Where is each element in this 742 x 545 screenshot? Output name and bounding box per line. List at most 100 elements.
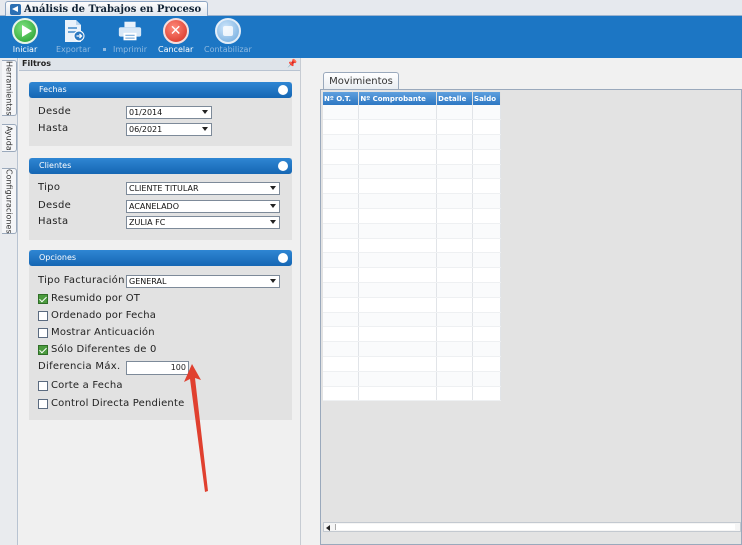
table-row[interactable]	[323, 252, 501, 269]
side-tab-bar: Herramientas Ayuda Configuraciones	[0, 58, 18, 545]
scroll-thumb[interactable]	[335, 524, 735, 530]
side-tab-configuraciones[interactable]: Configuraciones	[2, 168, 17, 234]
filtros-panel: Filtros 📌 Fechas Desde 01/2014 Hasta 06/…	[19, 58, 301, 545]
tipo-facturacion-row: Tipo Facturación GENERAL	[29, 275, 292, 289]
control-checkbox[interactable]: Control Directa Pendiente	[38, 397, 184, 410]
window-tab-strip: Análisis de Trabajos en Proceso	[0, 0, 742, 16]
table-row[interactable]	[323, 193, 501, 210]
printer-icon	[117, 18, 143, 44]
resumido-checkbox[interactable]: Resumido por OT	[38, 292, 140, 305]
back-arrow-icon[interactable]	[10, 3, 21, 15]
side-tab-herramientas[interactable]: Herramientas	[2, 60, 17, 116]
clientes-desde-select[interactable]: ACANELADO	[126, 200, 280, 213]
cancelar-label: Cancelar	[158, 45, 194, 54]
checkbox-icon[interactable]	[38, 327, 48, 338]
tab-movimientos[interactable]: Movimientos	[323, 72, 399, 90]
toolbar-separator	[103, 48, 106, 51]
fechas-desde-row: Desde 01/2014	[29, 106, 292, 120]
dropdown-arrow-icon	[270, 204, 276, 208]
clientes-tipo-select[interactable]: CLIENTE TITULAR	[126, 182, 280, 195]
hasta-label: Hasta	[38, 216, 69, 227]
anticuacion-label: Mostrar Anticuación	[51, 327, 155, 338]
fechas-hasta-value: 06/2021	[129, 125, 163, 134]
table-row[interactable]	[323, 134, 501, 150]
diferencia-label: Diferencia Máx.	[38, 361, 121, 372]
opciones-header-label: Opciones	[39, 253, 77, 262]
resumido-label: Resumido por OT	[51, 293, 141, 304]
desde-label: Desde	[38, 200, 72, 211]
clientes-header-label: Clientes	[39, 161, 72, 170]
movimientos-body: Nº O.T. Nº Comprobante Detalle Saldo	[320, 89, 742, 545]
table-row[interactable]	[323, 164, 501, 180]
table-row[interactable]	[323, 119, 501, 136]
table-row[interactable]	[323, 282, 501, 298]
diferencia-input[interactable]: 100	[126, 361, 189, 375]
tipo-facturacion-label: Tipo Facturación	[38, 275, 125, 286]
table-row[interactable]	[323, 326, 501, 343]
table-row[interactable]	[323, 341, 501, 358]
collapse-icon[interactable]	[278, 161, 288, 171]
table-row[interactable]	[323, 178, 501, 195]
dropdown-arrow-icon	[202, 110, 208, 114]
scroll-left-arrow-icon[interactable]	[326, 525, 330, 531]
checkbox-icon[interactable]	[38, 380, 48, 391]
anticuacion-checkbox[interactable]: Mostrar Anticuación	[38, 326, 155, 339]
corte-checkbox[interactable]: Corte a Fecha	[38, 379, 123, 392]
table-row[interactable]	[323, 297, 501, 313]
desde-label: Desde	[38, 106, 72, 117]
window-tab[interactable]: Análisis de Trabajos en Proceso	[5, 1, 209, 16]
table-row[interactable]	[323, 267, 501, 284]
opciones-header[interactable]: Opciones	[29, 250, 292, 266]
table-row[interactable]	[323, 386, 501, 402]
table-row[interactable]	[323, 356, 501, 372]
column-header-comprobante[interactable]: Nº Comprobante	[358, 92, 438, 105]
tipo-facturacion-select[interactable]: GENERAL	[126, 275, 280, 288]
clientes-hasta-row: Hasta ZULIA FC	[29, 216, 292, 230]
solo-diferentes-checkbox[interactable]: Sólo Diferentes de 0	[38, 343, 157, 356]
fechas-hasta-row: Hasta 06/2021	[29, 123, 292, 137]
clientes-group: Clientes Tipo CLIENTE TITULAR Desde ACAN…	[29, 158, 292, 240]
checkbox-checked-icon[interactable]	[38, 344, 48, 355]
fechas-header[interactable]: Fechas	[29, 82, 292, 98]
filtros-title-bar: Filtros 📌	[19, 58, 300, 71]
column-header-saldo[interactable]: Saldo	[472, 92, 501, 105]
pin-icon[interactable]: 📌	[287, 58, 297, 70]
iniciar-button[interactable]: Iniciar	[12, 18, 38, 54]
clientes-header[interactable]: Clientes	[29, 158, 292, 174]
contabilizar-label: Contabilizar	[204, 45, 252, 54]
fechas-hasta-select[interactable]: 06/2021	[126, 123, 212, 136]
column-header-ot[interactable]: Nº O.T.	[323, 92, 360, 105]
dropdown-arrow-icon	[270, 186, 276, 190]
ordenado-checkbox[interactable]: Ordenado por Fecha	[38, 309, 156, 322]
checkbox-icon[interactable]	[38, 398, 48, 409]
collapse-icon[interactable]	[278, 253, 288, 263]
cancelar-button[interactable]: ✕ Cancelar	[158, 18, 193, 54]
fechas-header-label: Fechas	[39, 85, 67, 94]
imprimir-button[interactable]: Imprimir	[113, 18, 147, 54]
checkbox-checked-icon[interactable]	[38, 293, 48, 304]
play-icon	[12, 18, 38, 44]
table-row[interactable]	[323, 223, 501, 239]
movimientos-panel: Movimientos Nº O.T. Nº Comprobante Detal…	[320, 70, 742, 545]
table-row[interactable]	[323, 208, 501, 224]
table-row[interactable]	[323, 238, 501, 254]
imprimir-label: Imprimir	[113, 45, 148, 54]
side-tab-ayuda[interactable]: Ayuda	[2, 124, 17, 152]
tipo-label: Tipo	[38, 182, 61, 193]
opciones-group: Opciones Tipo Facturación GENERAL Resumi…	[29, 250, 292, 420]
fechas-desde-select[interactable]: 01/2014	[126, 106, 212, 119]
control-label: Control Directa Pendiente	[51, 398, 185, 409]
table-row[interactable]	[323, 149, 501, 165]
clientes-hasta-select[interactable]: ZULIA FC	[126, 216, 280, 229]
checkbox-icon[interactable]	[38, 310, 48, 321]
table-row[interactable]	[323, 371, 501, 387]
table-row[interactable]	[323, 312, 501, 328]
table-row[interactable]	[323, 105, 501, 121]
collapse-icon[interactable]	[278, 85, 288, 95]
exportar-button[interactable]: Exportar	[56, 18, 90, 54]
corte-label: Corte a Fecha	[51, 380, 123, 391]
column-header-detalle[interactable]: Detalle	[436, 92, 474, 105]
contabilizar-button[interactable]: Contabilizar	[204, 18, 252, 54]
clientes-tipo-row: Tipo CLIENTE TITULAR	[29, 182, 292, 196]
horizontal-scrollbar[interactable]	[323, 522, 741, 532]
